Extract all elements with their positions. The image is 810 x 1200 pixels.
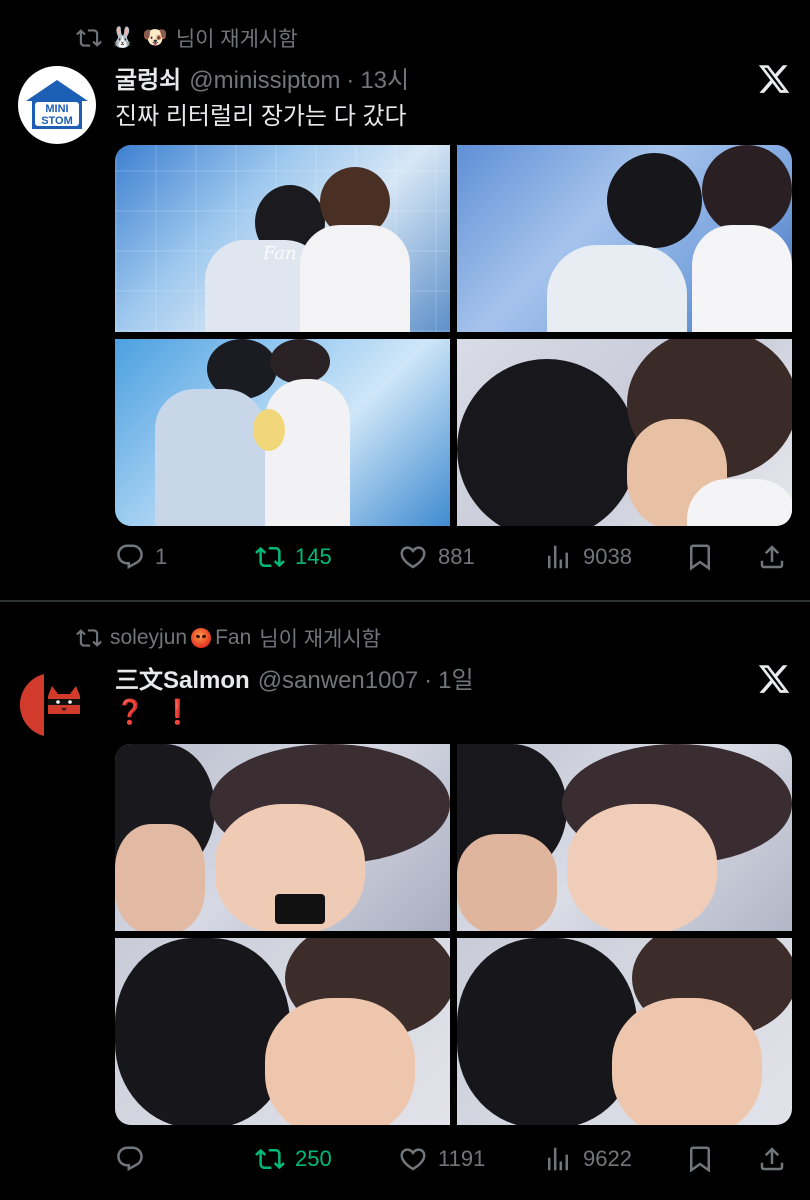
tweet[interactable]: 🐰 🐶 님이 재게시함 MINI STOM 굴렁쇠 @minissiptom ·…	[0, 0, 810, 600]
display-name[interactable]: 굴렁쇠	[115, 60, 181, 95]
x-logo-icon[interactable]	[757, 62, 791, 96]
view-count: 9038	[583, 544, 632, 569]
views-button[interactable]: 9038	[543, 542, 632, 572]
reposter-username: soleyjun	[110, 626, 188, 649]
angry-face-emoji-icon	[191, 628, 212, 648]
like-button[interactable]: 1191	[398, 1144, 485, 1174]
microphone	[275, 894, 325, 924]
display-name[interactable]: 三文Salmon	[115, 660, 250, 695]
user-handle[interactable]: @sanwen1007	[258, 667, 418, 695]
tweet-text: 진짜 리터럴리 장가는 다 갔다	[115, 103, 407, 130]
person-hair	[270, 339, 330, 384]
reposter-name[interactable]: soleyjun Fan	[110, 626, 251, 650]
repost-count: 145	[295, 544, 332, 569]
repost-count: 250	[295, 1146, 332, 1171]
logo-line-1: MINI	[45, 103, 68, 115]
media-grid[interactable]	[115, 744, 792, 1125]
like-icon	[400, 546, 426, 569]
media-photo[interactable]	[457, 339, 792, 526]
repost-context-text: 님이 재게시함	[175, 28, 298, 51]
avatar[interactable]	[18, 666, 96, 744]
person-shirt	[547, 245, 687, 332]
reply-count: 1	[155, 544, 168, 569]
media-photo[interactable]	[115, 744, 450, 931]
tweet[interactable]: soleyjun Fan 님이 재게시함 三文Salmon @sanwen100…	[0, 602, 810, 1200]
person-hair	[457, 938, 637, 1125]
person-hair	[253, 409, 285, 451]
reply-button[interactable]	[115, 1144, 155, 1174]
person-shirt	[687, 479, 792, 526]
bookmark-icon	[690, 544, 710, 571]
watermark-text: Fan	[263, 243, 297, 264]
dog-emoji-icon: 🐶	[142, 27, 168, 49]
logo-line-2: STOM	[41, 115, 73, 127]
person-hair	[702, 145, 792, 235]
like-button[interactable]: 881	[398, 542, 475, 572]
media-photo[interactable]: Fan	[115, 145, 450, 332]
tweet-text: ❓❗	[115, 698, 211, 727]
repost-icon	[76, 29, 102, 47]
views-icon	[548, 545, 568, 569]
like-count: 1191	[438, 1146, 486, 1171]
views-button[interactable]: 9622	[543, 1144, 632, 1174]
view-count: 9622	[583, 1146, 632, 1171]
bookmark-button[interactable]	[685, 542, 715, 572]
like-icon	[400, 1148, 426, 1171]
like-count: 881	[438, 544, 475, 569]
repost-icon	[255, 1148, 285, 1170]
share-icon	[760, 545, 784, 569]
media-photo[interactable]	[115, 339, 450, 526]
reply-button[interactable]: 1	[115, 542, 167, 572]
share-button[interactable]	[757, 542, 787, 572]
avatar[interactable]: MINI STOM	[18, 66, 96, 144]
repost-icon	[255, 546, 285, 568]
tweet-header: 三文Salmon @sanwen1007 · 1일	[115, 660, 474, 694]
x-logo-icon[interactable]	[757, 662, 791, 696]
person-shirt	[692, 225, 792, 332]
reposter-suffix: Fan	[215, 626, 252, 649]
person-shirt	[300, 225, 410, 332]
person-face	[265, 998, 415, 1125]
share-button[interactable]	[757, 1144, 787, 1174]
media-photo[interactable]	[457, 938, 792, 1125]
question-exclamation-emoji: ❓❗	[115, 699, 211, 726]
repost-button[interactable]: 250	[255, 1144, 332, 1174]
person-face	[567, 804, 717, 931]
repost-button[interactable]: 145	[255, 542, 332, 572]
tweet-header: 굴렁쇠 @minissiptom · 13시	[115, 60, 409, 94]
person-shirt	[155, 389, 265, 526]
person-hair	[457, 359, 637, 526]
person-face	[612, 998, 762, 1125]
timestamp[interactable]: 1일	[438, 660, 473, 695]
bunny-emoji-icon: 🐰	[110, 27, 135, 49]
repost-context[interactable]: 🐰 🐶 님이 재게시함	[76, 24, 298, 52]
cat-ninja-avatar-icon	[19, 674, 80, 736]
tweet-actions: 1 145 881 9038	[115, 538, 792, 578]
repost-context-text: 님이 재게시함	[259, 628, 382, 651]
reply-icon	[117, 1146, 143, 1172]
tweet-actions: 250 1191 9622	[115, 1140, 792, 1180]
timeline: 🐰 🐶 님이 재게시함 MINI STOM 굴렁쇠 @minissiptom ·…	[0, 0, 810, 1200]
ministom-logo-icon: MINI STOM	[26, 80, 88, 129]
separator-dot: ·	[424, 667, 433, 694]
repost-context[interactable]: soleyjun Fan 님이 재게시함	[76, 624, 381, 652]
media-photo[interactable]	[457, 744, 792, 931]
separator-dot: ·	[346, 67, 355, 94]
media-grid[interactable]: Fan	[115, 145, 792, 526]
bookmark-button[interactable]	[685, 1144, 715, 1174]
user-handle[interactable]: @minissiptom	[189, 67, 340, 95]
reply-icon	[117, 544, 143, 570]
person-face	[457, 834, 557, 931]
person-hair	[115, 938, 290, 1125]
repost-icon	[76, 629, 102, 647]
bookmark-icon	[690, 1146, 710, 1173]
views-icon	[548, 1147, 568, 1171]
timestamp[interactable]: 13시	[360, 60, 409, 95]
person-hair	[607, 153, 702, 248]
media-photo[interactable]	[457, 145, 792, 332]
person-face	[115, 824, 205, 931]
person-shirt	[265, 379, 350, 526]
share-icon	[760, 1147, 784, 1171]
media-photo[interactable]	[115, 938, 450, 1125]
